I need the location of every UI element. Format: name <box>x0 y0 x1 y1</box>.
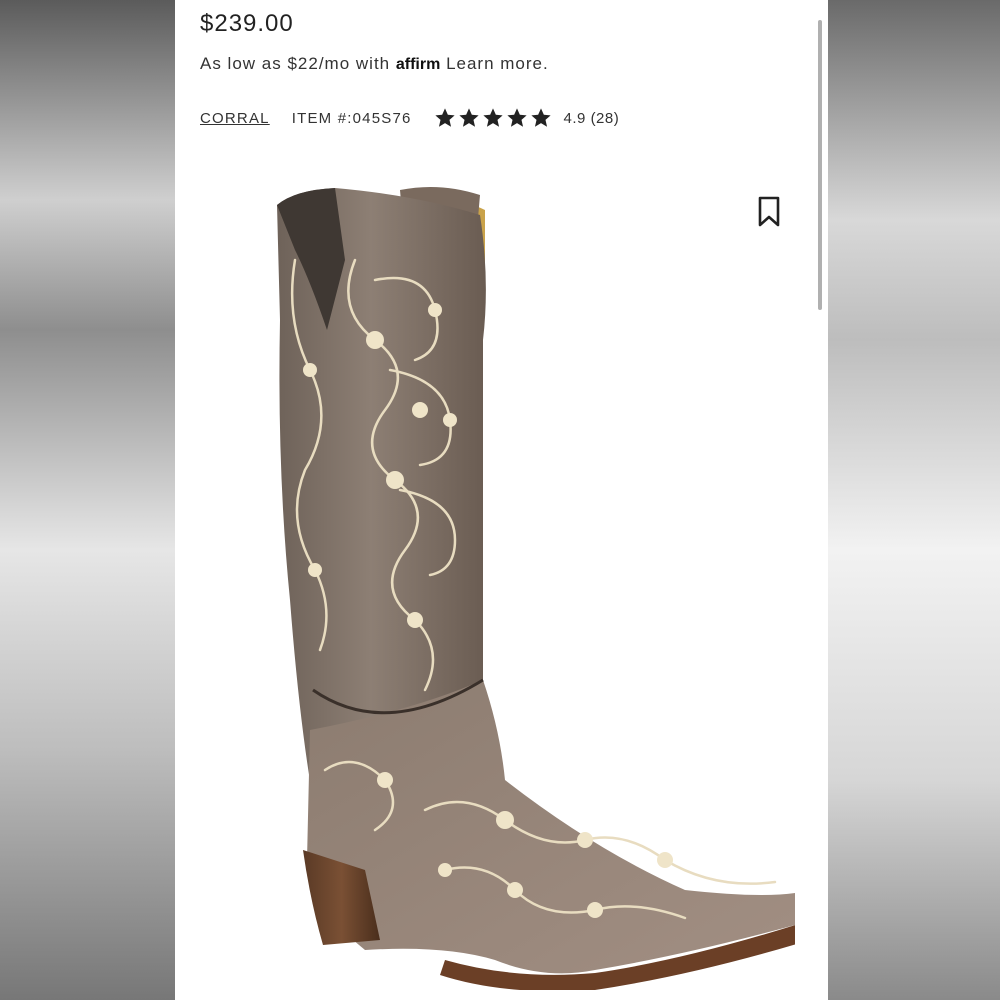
rating-count[interactable]: 4.9 (28) <box>564 110 620 127</box>
star-icon <box>482 108 503 127</box>
scrollbar[interactable] <box>818 20 822 310</box>
financing-text: As low as $22/mo with <box>200 54 391 73</box>
product-meta-row: CORRAL ITEM #:045S76 4.9 (28) <box>200 107 619 129</box>
product-page: $239.00 As low as $22/mo with affirm Lea… <box>175 0 828 1000</box>
financing-line: As low as $22/mo with affirm Learn more. <box>200 54 549 74</box>
product-price: $239.00 <box>200 10 294 37</box>
star-icon <box>434 108 455 127</box>
brand-link[interactable]: CORRAL <box>200 110 270 127</box>
star-icon <box>458 108 479 127</box>
star-icon <box>530 108 551 127</box>
star-icon <box>506 108 527 127</box>
left-blurred-background <box>0 0 175 1000</box>
learn-more-link[interactable]: Learn more. <box>446 54 549 73</box>
cowboy-boot-photo[interactable] <box>215 170 795 990</box>
item-number: ITEM #:045S76 <box>291 109 412 127</box>
right-blurred-background <box>828 0 1000 1000</box>
rating-stars[interactable] <box>434 107 552 129</box>
affirm-logo: affirm <box>395 56 441 73</box>
